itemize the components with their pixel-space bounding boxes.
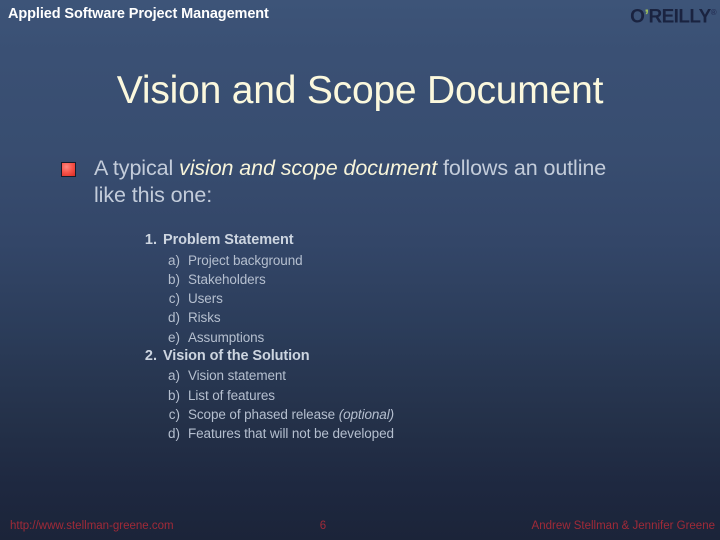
outline-subitem: c) Scope of phased release (optional) xyxy=(0,405,720,424)
outline-subitem: e) Assumptions xyxy=(0,328,720,347)
outline-subitem-label: a) xyxy=(167,368,180,384)
footer-authors: Andrew Stellman & Jennifer Greene xyxy=(531,520,715,532)
outline-subitem-text: Features that will not be developed xyxy=(188,426,394,442)
outline-subitem: d) Features that will not be developed xyxy=(0,424,720,443)
slide-header: Applied Software Project Management O’RE… xyxy=(0,0,720,34)
outline-section-number: 1. xyxy=(144,232,157,248)
outline-subitem-text: Vision statement xyxy=(188,368,286,384)
outline-subitem-text: Stakeholders xyxy=(188,271,266,287)
outline-section-number: 2. xyxy=(144,347,157,364)
outline-subitem-text: Assumptions xyxy=(188,329,265,345)
bullet-text-emphasis: vision and scope document xyxy=(179,156,438,180)
outline-subitem: b) Stakeholders xyxy=(0,270,720,289)
logo-apostrophe: ’ xyxy=(644,6,649,26)
presentation-slide: Applied Software Project Management O’RE… xyxy=(0,0,720,540)
bullet-item: A typical vision and scope document foll… xyxy=(0,155,720,209)
outline-subitem: b) List of features xyxy=(0,386,720,405)
outline-subitem-label: c) xyxy=(168,407,180,423)
outline-subitem-text: Scope of phased release (optional) xyxy=(188,405,394,424)
oreilly-logo: O’REILLY® xyxy=(630,3,716,27)
outline-subitem-text: Users xyxy=(188,291,223,307)
outline-subitem-label: b) xyxy=(167,271,180,287)
outline-section-heading: Vision of the Solution xyxy=(163,347,310,364)
logo-letter-o: O xyxy=(630,6,645,28)
outline-subitem-text: Project background xyxy=(188,252,303,268)
logo-word-reilly: REILLY xyxy=(648,6,711,28)
outline-section-heading: Problem Statement xyxy=(163,232,294,248)
outline-subitem-text-main: Scope of phased release xyxy=(188,407,339,423)
outline-section: 1. Problem Statement xyxy=(0,231,720,251)
outline-subitem-label: d) xyxy=(167,310,180,326)
registered-trademark-icon: ® xyxy=(710,8,717,17)
outline-subitem: a) Project background xyxy=(0,251,720,270)
page-title: Vision and Scope Document xyxy=(116,69,604,112)
outline-subitem-label: a) xyxy=(167,252,180,268)
slide-body: A typical vision and scope document foll… xyxy=(0,155,720,209)
outline-subitem-label: b) xyxy=(167,387,180,403)
bullet-text-before: A typical xyxy=(94,156,180,180)
outline-subitem-optional-note: (optional) xyxy=(338,407,394,423)
outline-list: 1. Problem Statement a) Project backgrou… xyxy=(0,231,720,444)
outline-subitem: c) Users xyxy=(0,289,720,308)
outline-subitem: d) Risks xyxy=(0,308,720,327)
outline-subitem-label: c) xyxy=(168,291,180,307)
red-square-bullet-icon xyxy=(61,162,76,177)
bullet-text: A typical vision and scope document foll… xyxy=(94,156,606,207)
outline-section: 2. Vision of the Solution xyxy=(0,347,720,367)
outline-subitem-label: e) xyxy=(167,329,180,345)
outline-subitem-text: List of features xyxy=(188,387,275,403)
slide-footer: http://www.stellman-greene.com 6 Andrew … xyxy=(0,510,720,540)
course-title: Applied Software Project Management xyxy=(8,6,269,22)
outline-subitem-text: Risks xyxy=(188,310,221,326)
outline-subitem: a) Vision statement xyxy=(0,366,720,385)
outline-subitem-label: d) xyxy=(167,426,180,442)
